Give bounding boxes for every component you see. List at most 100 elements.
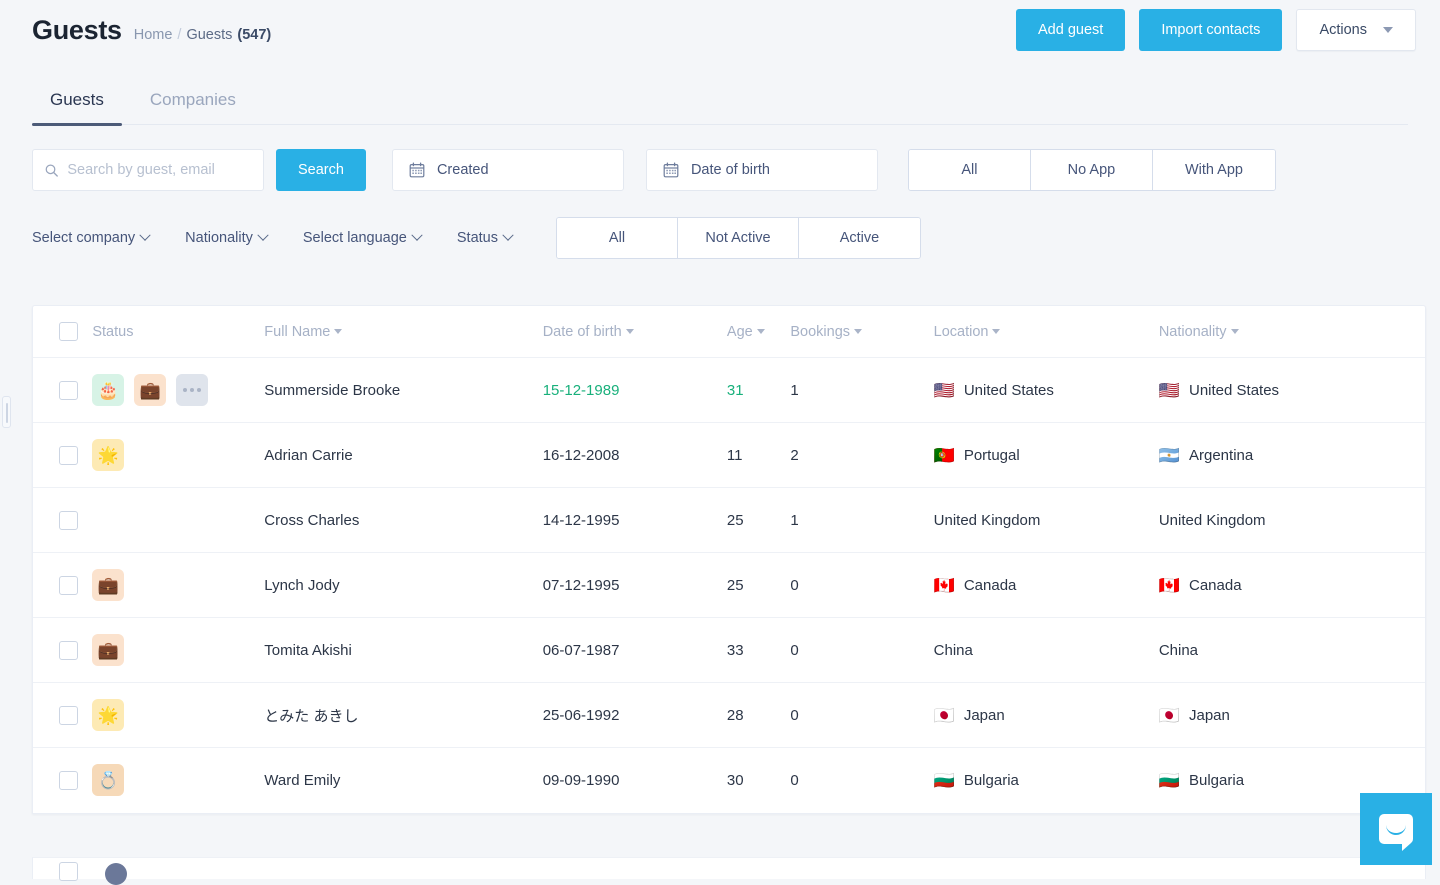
- calendar-icon: [663, 162, 679, 178]
- more-dots-icon[interactable]: [176, 374, 208, 406]
- active-filter-all[interactable]: All: [557, 218, 678, 258]
- search-input[interactable]: [67, 162, 251, 178]
- select-all-header: [33, 306, 92, 358]
- column-label-full-name: Full Name: [264, 324, 330, 340]
- table-row[interactable]: 💼Tomita Akishi06-07-1987330ChinaChina: [33, 618, 1425, 683]
- row-checkbox[interactable]: [59, 511, 78, 530]
- status-cell: [92, 488, 264, 553]
- created-date-filter[interactable]: Created: [392, 149, 624, 191]
- table-row[interactable]: 🎂💼Summerside Brooke15-12-1989311🇺🇸United…: [33, 358, 1425, 423]
- briefcase-icon[interactable]: 💼: [92, 569, 124, 601]
- row-checkbox[interactable]: [59, 576, 78, 595]
- import-contacts-button[interactable]: Import contacts: [1139, 9, 1282, 51]
- app-filter-with-app[interactable]: With App: [1153, 150, 1275, 190]
- actions-dropdown-button[interactable]: Actions: [1296, 9, 1416, 51]
- location-text: United Kingdom: [934, 512, 1041, 529]
- intercom-launcher-button[interactable]: [1360, 793, 1432, 865]
- nationality-dropdown[interactable]: Nationality: [185, 230, 267, 246]
- status-cell: 🌟: [92, 423, 264, 488]
- add-guest-button[interactable]: Add guest: [1016, 9, 1125, 51]
- tabs-bar: Guests Companies: [32, 80, 1408, 125]
- active-filter-not-active[interactable]: Not Active: [678, 218, 799, 258]
- dob-cell: 06-07-1987: [543, 618, 727, 683]
- dob-cell: 15-12-1989: [543, 358, 727, 423]
- table-row[interactable]: Cross Charles14-12-1995251United Kingdom…: [33, 488, 1425, 553]
- breadcrumb-home-link[interactable]: Home: [134, 27, 173, 43]
- page-title: Guests: [32, 15, 122, 46]
- briefcase-icon[interactable]: 💼: [134, 374, 166, 406]
- row-checkbox[interactable]: [59, 862, 78, 881]
- table-row[interactable]: 💼Lynch Jody07-12-1995250🇨🇦Canada🇨🇦Canada: [33, 553, 1425, 618]
- location-cell: 🇧🇬 Bulgaria: [934, 748, 1159, 813]
- flag-icon: 🇧🇬: [934, 772, 955, 789]
- full-name-cell[interactable]: Lynch Jody: [264, 553, 542, 618]
- sort-caret-icon[interactable]: [992, 329, 1000, 334]
- location-cell: China: [934, 618, 1159, 683]
- column-header-dob[interactable]: Date of birth: [543, 306, 727, 358]
- tab-guests[interactable]: Guests: [32, 80, 122, 124]
- search-box[interactable]: [32, 149, 264, 191]
- column-header-location[interactable]: Location: [934, 306, 1159, 358]
- row-checkbox[interactable]: [59, 381, 78, 400]
- status-cell: 💼: [92, 553, 264, 618]
- select-company-dropdown[interactable]: Select company: [32, 230, 149, 246]
- select-company-label: Select company: [32, 230, 135, 246]
- sort-caret-icon[interactable]: [1231, 329, 1239, 334]
- table-row[interactable]: 🌟とみた あきし25-06-1992280🇯🇵Japan🇯🇵Japan: [33, 683, 1425, 748]
- honeymoon-ring-icon[interactable]: 💍: [92, 764, 124, 796]
- status-cell: 💍: [92, 748, 264, 813]
- location-text: Bulgaria: [964, 772, 1019, 789]
- table-body: 🎂💼Summerside Brooke15-12-1989311🇺🇸United…: [33, 358, 1425, 813]
- vip-star-icon[interactable]: 🌟: [92, 439, 124, 471]
- app-filter-all[interactable]: All: [909, 150, 1031, 190]
- vip-star-icon[interactable]: 🌟: [92, 699, 124, 731]
- sort-caret-icon[interactable]: [334, 329, 342, 334]
- sort-caret-icon[interactable]: [626, 329, 634, 334]
- flag-icon: 🇯🇵: [934, 707, 955, 724]
- calendar-icon: [409, 162, 425, 178]
- nationality-cell: 🇯🇵Japan: [1159, 683, 1425, 748]
- created-filter-label: Created: [437, 162, 489, 178]
- full-name-cell[interactable]: Summerside Brooke: [264, 358, 542, 423]
- birthday-cake-icon[interactable]: 🎂: [92, 374, 124, 406]
- row-checkbox[interactable]: [59, 706, 78, 725]
- table-row[interactable]: 🌟Adrian Carrie16-12-2008112🇵🇹Portugal🇦🇷A…: [33, 423, 1425, 488]
- column-header-age[interactable]: Age: [727, 306, 790, 358]
- dob-date-filter[interactable]: Date of birth: [646, 149, 878, 191]
- app-filter-no-app[interactable]: No App: [1031, 150, 1153, 190]
- filter-row-secondary: Select company Nationality Select langua…: [32, 217, 1408, 259]
- row-checkbox[interactable]: [59, 641, 78, 660]
- bookings-cell: 0: [790, 618, 933, 683]
- full-name-cell[interactable]: とみた あきし: [264, 683, 542, 748]
- column-header-full-name[interactable]: Full Name: [264, 306, 542, 358]
- select-all-checkbox[interactable]: [59, 322, 78, 341]
- row-select-cell: [33, 488, 92, 553]
- briefcase-icon[interactable]: 💼: [92, 634, 124, 666]
- row-checkbox[interactable]: [59, 771, 78, 790]
- tab-companies[interactable]: Companies: [132, 80, 254, 124]
- bookings-cell: 2: [790, 423, 933, 488]
- select-language-dropdown[interactable]: Select language: [303, 230, 421, 246]
- age-cell: 25: [727, 553, 790, 618]
- location-cell: 🇵🇹Portugal: [934, 423, 1159, 488]
- sidebar-collapse-handle[interactable]: [2, 396, 11, 428]
- active-filter-active[interactable]: Active: [799, 218, 920, 258]
- flag-icon: 🇨🇦: [1159, 577, 1180, 594]
- sort-caret-icon[interactable]: [854, 329, 862, 334]
- table-row[interactable]: 💍Ward Emily09-09-1990300🇧🇬Bulgaria🇧🇬Bulg…: [33, 748, 1425, 813]
- dob-filter-label: Date of birth: [691, 162, 770, 178]
- search-button[interactable]: Search: [276, 149, 366, 191]
- flag-icon: 🇵🇹: [934, 447, 955, 464]
- column-header-bookings[interactable]: Bookings: [790, 306, 933, 358]
- bookings-cell: 0: [790, 553, 933, 618]
- column-header-nationality[interactable]: Nationality: [1159, 306, 1425, 358]
- row-checkbox[interactable]: [59, 446, 78, 465]
- status-dropdown[interactable]: Status: [457, 230, 512, 246]
- row-select-cell: [33, 423, 92, 488]
- bookings-cell: 0: [790, 748, 933, 813]
- full-name-cell[interactable]: Ward Emily: [264, 748, 542, 813]
- full-name-cell[interactable]: Tomita Akishi: [264, 618, 542, 683]
- sort-caret-icon[interactable]: [757, 329, 765, 334]
- full-name-cell[interactable]: Adrian Carrie: [264, 423, 542, 488]
- full-name-cell[interactable]: Cross Charles: [264, 488, 542, 553]
